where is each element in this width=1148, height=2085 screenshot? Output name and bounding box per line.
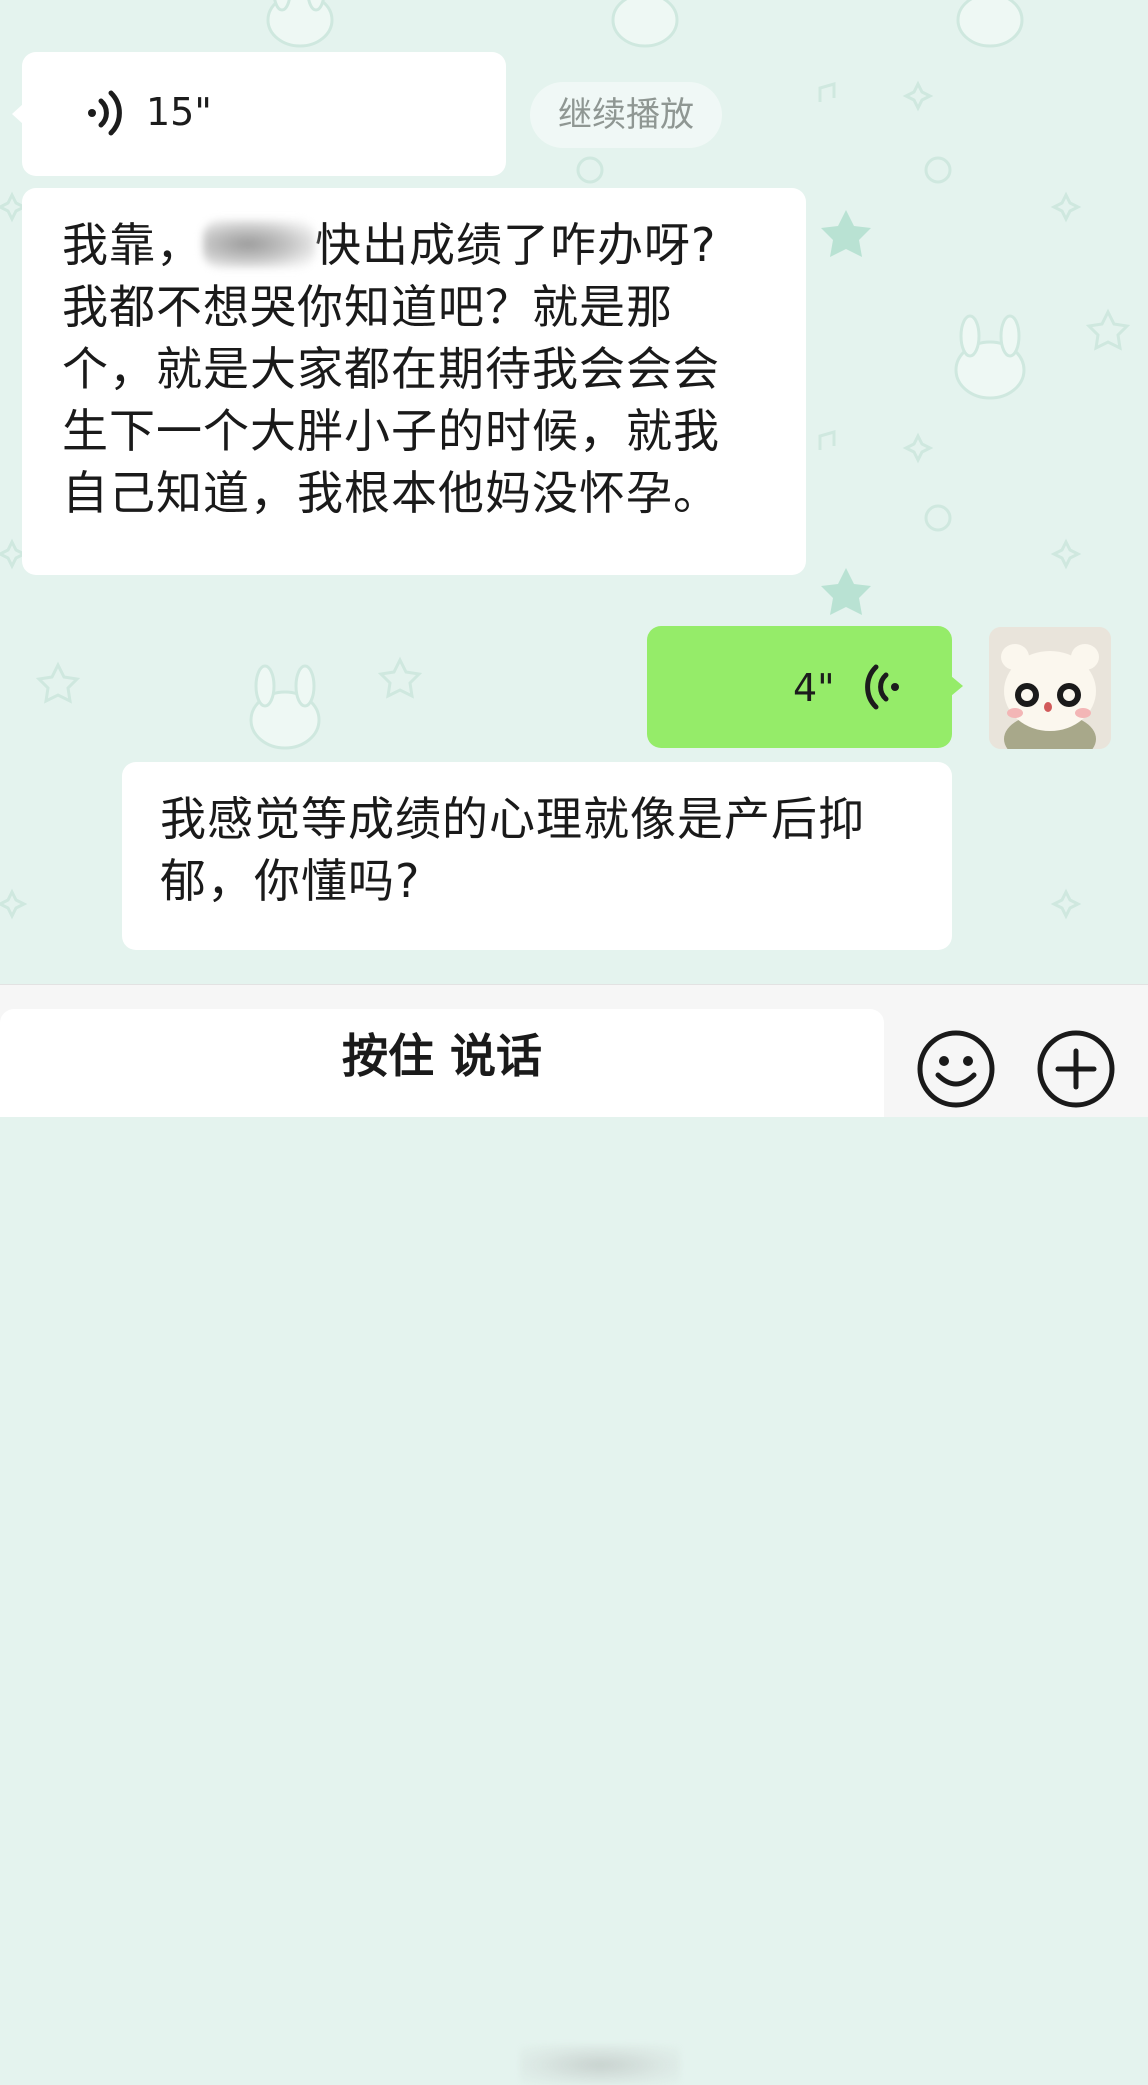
- incoming-voice-message[interactable]: 15": [12, 52, 506, 176]
- voice-duration: 15": [146, 90, 212, 134]
- message-line: 我靠， 快出成绩了咋办呀?: [62, 218, 717, 272]
- voice-wave-icon: [865, 664, 899, 710]
- message-line: 我感觉等成绩的心理就像是产后抑: [160, 792, 865, 846]
- emoji-icon[interactable]: [916, 1029, 996, 1109]
- chat-input-bar: 按住 说话: [0, 984, 1148, 2085]
- message-line: 生下一个大胖小子的时候，就我: [62, 404, 720, 458]
- avatar[interactable]: [989, 627, 1111, 749]
- message-line: 我都不想哭你知道吧？就是那: [62, 280, 673, 334]
- voice-duration: 4": [793, 666, 835, 710]
- message-line: 自己知道，我根本他妈没怀孕。: [62, 466, 720, 520]
- plus-icon[interactable]: [1036, 1029, 1116, 1109]
- blurred-name: [203, 220, 315, 268]
- watermark: [520, 2045, 680, 2085]
- incoming-text-message[interactable]: 我靠， 快出成绩了咋办呀? 我都不想哭你知道吧？就是那 个，就是大家都在期待我会会…: [22, 188, 806, 575]
- outgoing-text-message[interactable]: 我感觉等成绩的心理就像是产后抑 郁，你懂吗?: [122, 762, 952, 950]
- continue-playing-button[interactable]: 继续播放: [530, 82, 722, 148]
- message-line: 个，就是大家都在期待我会会会: [62, 342, 720, 396]
- avatar-plush-image: [989, 627, 1111, 749]
- outgoing-voice-message[interactable]: 4": [647, 626, 963, 748]
- voice-wave-icon: [88, 90, 122, 136]
- message-line: 郁，你懂吗?: [160, 854, 421, 908]
- hold-to-talk-button[interactable]: 按住 说话: [0, 1009, 884, 1117]
